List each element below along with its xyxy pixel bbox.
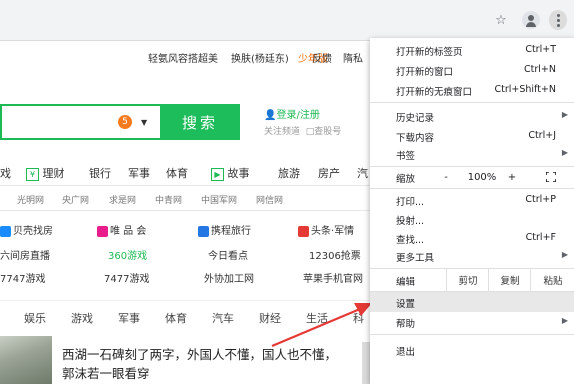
menu-zoom: 缩放 - 100% + [370, 167, 574, 187]
zoom-in-button[interactable]: + [502, 167, 522, 187]
menu-new-tab[interactable]: 打开新的标签页 Ctrl+T [370, 40, 574, 60]
menu-divider [370, 188, 574, 189]
menu-more-tools[interactable]: 更多工具 ▶ [370, 246, 574, 266]
menu-settings[interactable]: 设置 [370, 292, 574, 312]
menu-history[interactable]: 历史记录 ▶ [370, 106, 574, 126]
zoom-out-button[interactable]: - [436, 167, 456, 187]
chevron-right-icon: ▶ [561, 250, 568, 259]
cut-button[interactable]: 剪切 [446, 269, 489, 291]
menu-new-incognito[interactable]: 打开新的无痕窗口 Ctrl+Shift+N [370, 80, 574, 100]
menu-divider [370, 334, 574, 335]
menu-cast[interactable]: 投射... [370, 209, 574, 229]
menu-edit: 编辑 剪切 复制 粘贴 [370, 269, 574, 291]
chevron-right-icon: ▶ [561, 316, 568, 325]
chevron-right-icon: ▶ [561, 110, 568, 119]
menu-find[interactable]: 查找... Ctrl+F [370, 228, 574, 248]
menu-exit[interactable]: 退出 [370, 340, 574, 360]
chevron-right-icon: ▶ [561, 148, 568, 157]
menu-downloads[interactable]: 下载内容 Ctrl+J [370, 126, 574, 146]
menu-new-window[interactable]: 打开新的窗口 Ctrl+N [370, 60, 574, 80]
menu-print[interactable]: 打印... Ctrl+P [370, 190, 574, 210]
copy-button[interactable]: 复制 [488, 269, 531, 291]
menu-divider [370, 102, 574, 103]
browser-menu: 打开新的标签页 Ctrl+T 打开新的窗口 Ctrl+N 打开新的无痕窗口 Ctrl+… [370, 38, 574, 384]
zoom-level: 100% [467, 171, 497, 183]
menu-bookmarks[interactable]: 书签 ▶ [370, 144, 574, 164]
menu-help[interactable]: 帮助 ▶ [370, 312, 574, 332]
fullscreen-icon[interactable] [546, 172, 556, 182]
paste-button[interactable]: 粘贴 [530, 269, 574, 291]
